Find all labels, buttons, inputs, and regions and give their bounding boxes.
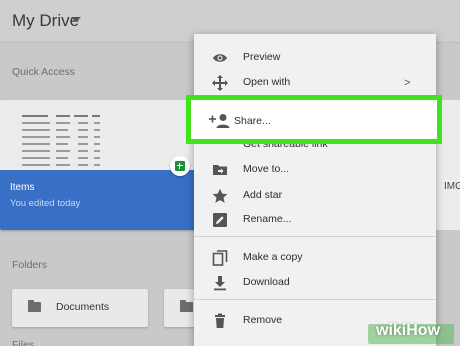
pencil-icon [213, 213, 227, 227]
page-title[interactable]: My Drive [12, 11, 79, 31]
eye-icon [213, 54, 227, 62]
partial-card-label: IMG [444, 181, 460, 192]
folders-label: Folders [12, 259, 48, 271]
quick-access-card[interactable]: Items You edited today [0, 100, 196, 230]
move-arrows-icon [212, 75, 228, 91]
star-icon [212, 188, 228, 203]
files-label: Files [12, 339, 35, 346]
sheets-icon [170, 156, 190, 176]
folder-name: Documents [56, 301, 110, 313]
menu-item-move-to[interactable]: Move to... [194, 158, 436, 182]
folder-move-icon [213, 165, 227, 175]
copy-icon [212, 250, 228, 266]
menu-item-label: Move to... [243, 163, 290, 175]
folder-icon [180, 300, 193, 312]
folder-icon [28, 300, 41, 312]
menu-item-label: Remove [243, 314, 283, 326]
menu-item-open-with[interactable]: Open with > [194, 71, 436, 95]
menu-item-label: Open with [243, 76, 291, 88]
menu-item-label: Make a copy [243, 251, 303, 263]
watermark-text: wikiHow [376, 322, 441, 339]
menu-item-label: Share... [234, 115, 271, 127]
card-file-name: Items [10, 182, 35, 193]
menu-item-add-star[interactable]: Add star [194, 184, 436, 208]
download-icon [214, 276, 226, 291]
menu-item-label: Preview [243, 51, 281, 63]
menu-item-share[interactable]: Share... [186, 95, 442, 144]
menu-item-rename[interactable]: Rename... [194, 208, 436, 232]
card-subtitle: You edited today [10, 198, 81, 209]
trash-icon [215, 313, 225, 328]
menu-divider [194, 236, 436, 237]
card-footer: Items You edited today [0, 170, 196, 230]
chevron-right-icon: > [404, 77, 411, 89]
menu-item-label: Add star [243, 189, 283, 201]
wikihow-watermark: wikiHow [362, 320, 460, 346]
menu-divider [194, 299, 436, 300]
folder-documents[interactable]: Documents [12, 289, 148, 327]
add-person-icon [209, 114, 230, 128]
menu-item-download[interactable]: Download [194, 271, 436, 295]
context-menu: Preview Open with > Get shareable link M… [194, 34, 436, 346]
menu-item-label: Download [243, 276, 290, 288]
menu-item-preview[interactable]: Preview [194, 46, 436, 70]
menu-item-label: Rename... [243, 213, 292, 225]
menu-item-make-copy[interactable]: Make a copy [194, 246, 436, 270]
quick-access-label: Quick Access [12, 66, 76, 78]
chevron-down-icon[interactable] [71, 17, 81, 22]
